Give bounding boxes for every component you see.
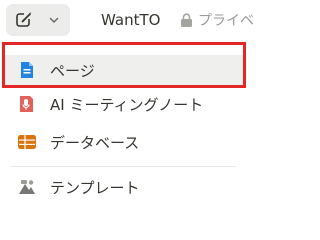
database-icon [18, 133, 36, 151]
new-menu-toggle[interactable] [42, 4, 66, 36]
compose-icon [16, 12, 32, 27]
menu-divider [10, 166, 236, 167]
menu-item-template[interactable]: テンプレート [4, 172, 244, 202]
menu-item-database[interactable]: データベース [4, 127, 244, 157]
new-page-button[interactable] [6, 4, 42, 36]
privacy-label: プライベ [198, 13, 254, 29]
template-icon [18, 178, 36, 196]
top-bar: WantTO プライベ [0, 0, 258, 40]
workspace-name[interactable]: WantTO [101, 11, 160, 29]
chevron-down-icon [49, 17, 59, 23]
lock-icon [181, 12, 192, 27]
menu-item-label: テンプレート [50, 178, 140, 197]
privacy-indicator[interactable]: プライベ [180, 10, 254, 30]
menu-item-ai-meeting-notes[interactable]: AI ミーティングノート [4, 89, 244, 119]
menu-item-page[interactable]: ページ [4, 55, 244, 85]
new-page-button-group [6, 4, 70, 36]
page-icon [18, 61, 36, 79]
new-item-dropdown: ページ AI ミーティングノート データベース テンプレート [0, 40, 252, 216]
menu-item-label: データベース [50, 133, 140, 152]
menu-item-label: AI ミーティングノート [50, 95, 204, 114]
menu-item-label: ページ [50, 61, 95, 80]
ai-meeting-notes-icon [18, 95, 36, 113]
